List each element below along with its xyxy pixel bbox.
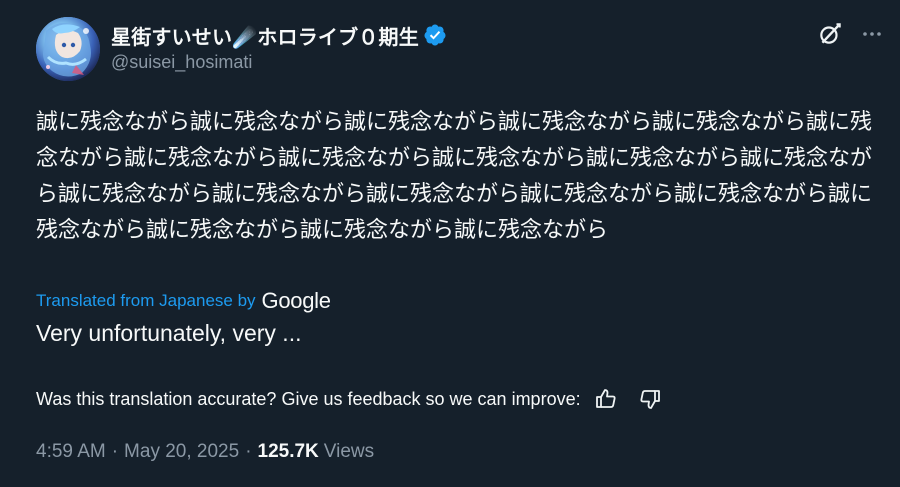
views-count[interactable]: 125.7K	[258, 441, 319, 463]
author-handle[interactable]: @suisei_hosimati	[111, 52, 252, 73]
author-display-name[interactable]: 星街すいせい☄️ホロライブ０期生	[111, 21, 419, 50]
translation-feedback: Was this translation accurate? Give us f…	[36, 386, 663, 412]
more-options-button[interactable]	[857, 21, 887, 51]
thumbs-up-icon	[595, 389, 616, 408]
tweet-card: 星街すいせい☄️ホロライブ０期生 @suisei_hosimati 誠に残念なが…	[0, 0, 900, 487]
grok-button[interactable]	[815, 21, 845, 51]
meta-separator: ·	[245, 441, 252, 462]
tweet-date[interactable]: May 20, 2025	[124, 441, 239, 463]
thumbs-down-button[interactable]	[637, 386, 663, 412]
avatar-image	[36, 17, 100, 81]
tweet-meta: 4:59 AM · May 20, 2025 · 125.7K Views	[36, 441, 374, 463]
translation-attribution: Translated from Japanese by Google	[36, 288, 331, 314]
views-label[interactable]: Views	[324, 441, 374, 463]
thumbs-up-button[interactable]	[593, 386, 619, 412]
feedback-prompt: Was this translation accurate? Give us f…	[36, 388, 581, 409]
grok-icon	[817, 21, 843, 51]
tweet-text: 誠に残念ながら誠に残念ながら誠に残念ながら誠に残念ながら誠に残念ながら誠に残念な…	[36, 110, 873, 243]
more-icon	[860, 22, 884, 50]
verified-badge-icon[interactable]	[423, 23, 447, 47]
thumbs-down-icon	[640, 390, 660, 409]
author-name-row[interactable]: 星街すいせい☄️ホロライブ０期生	[111, 20, 447, 50]
author-avatar[interactable]	[36, 17, 100, 81]
meta-separator: ·	[111, 441, 119, 462]
google-logo: Google	[261, 288, 331, 313]
translated-from-link[interactable]: Translated from Japanese by	[36, 291, 256, 311]
translated-text: Very unfortunately, very ...	[36, 320, 302, 346]
tweet-time[interactable]: 4:59 AM	[36, 441, 106, 463]
